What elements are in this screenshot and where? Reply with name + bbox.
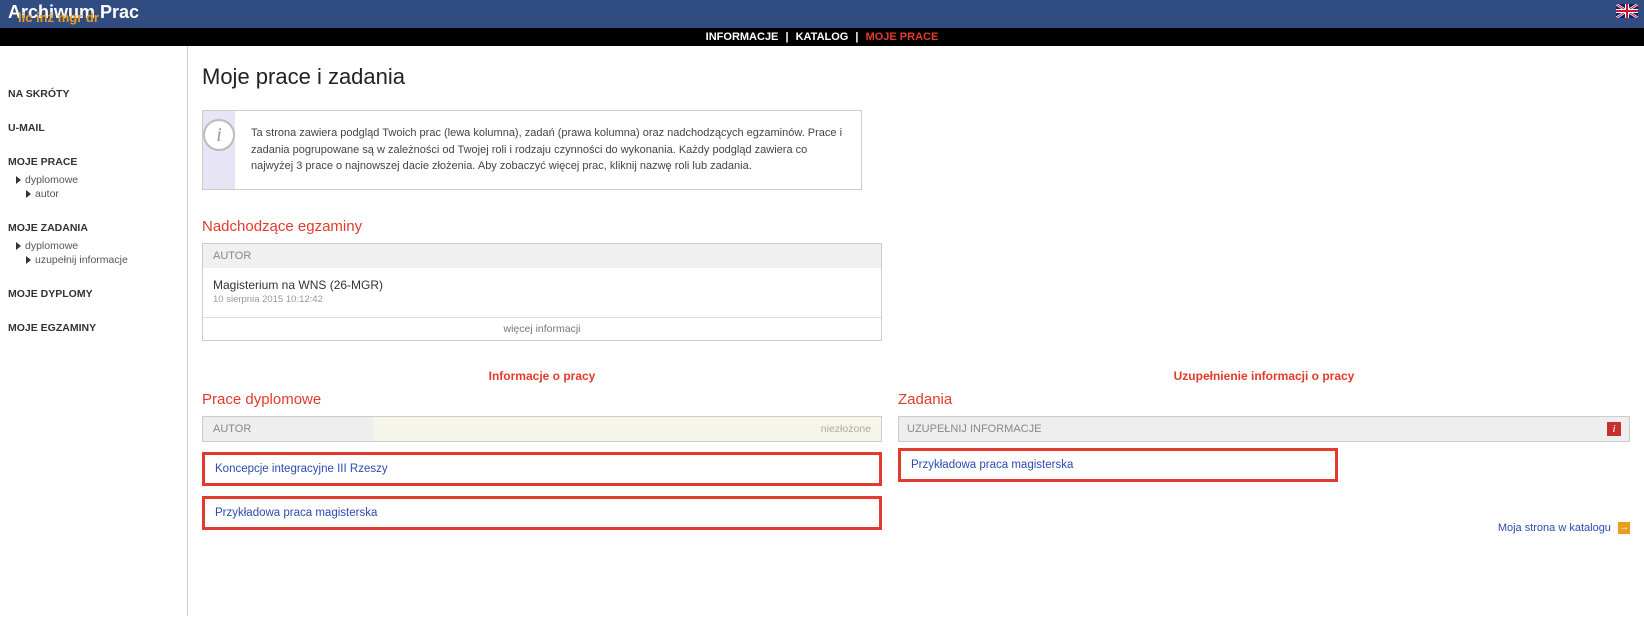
sidebar: NA SKRÓTY U-MAIL MOJE PRACE dyplomowe au… (0, 46, 188, 616)
sidebar-item-label: uzupełnij informacje (35, 254, 128, 266)
sidebar-moje-egzaminy[interactable]: MOJE EGZAMINY (8, 322, 179, 334)
tasks-panel-head: UZUPEŁNIJ INFORMACJE i (898, 416, 1630, 442)
task-row: Przykładowa praca magisterska (898, 448, 1338, 482)
uk-flag-icon[interactable] (1616, 4, 1638, 18)
triangle-icon (16, 242, 21, 250)
triangle-icon (16, 176, 21, 184)
header-bar: Archiwum Prac (0, 0, 1644, 28)
info-icon: i (203, 119, 235, 151)
catalog-page-link[interactable]: Moja strona w katalogu (1498, 522, 1611, 534)
nav-separator: | (785, 31, 788, 43)
exams-heading: Nadchodzące egzaminy (202, 218, 1630, 235)
sidebar-moje-dyplomy[interactable]: MOJE DYPLOMY (8, 288, 179, 300)
nav-separator: | (855, 31, 858, 43)
nav-katalog[interactable]: KATALOG (796, 31, 849, 43)
exams-panel-head: AUTOR (203, 244, 881, 268)
sidebar-item-label: dyplomowe (25, 240, 78, 252)
main-content: Moje prace i zadania i Ta strona zawiera… (188, 46, 1644, 616)
sidebar-item-label: dyplomowe (25, 174, 78, 186)
info-box: i Ta strona zawiera podgląd Twoich prac … (202, 110, 862, 190)
exam-date: 10 sierpnia 2015 10:12:42 (213, 294, 871, 305)
sidebar-moje-zadania[interactable]: MOJE ZADANIA (8, 222, 179, 234)
sidebar-item-uzupelnij[interactable]: uzupełnij informacje (26, 254, 179, 266)
info-square-icon[interactable]: i (1607, 422, 1621, 436)
thesis-row: Koncepcje integracyjne III Rzeszy (202, 452, 882, 486)
theses-heading: Prace dyplomowe (202, 391, 882, 408)
sidebar-moje-prace[interactable]: MOJE PRACE (8, 156, 179, 168)
triangle-icon (26, 256, 31, 264)
top-nav: INFORMACJE | KATALOG | MOJE PRACE (0, 28, 1644, 46)
arrow-right-icon: → (1618, 522, 1630, 534)
nav-moje-prace[interactable]: MOJE PRACE (866, 31, 939, 43)
annotation-left: Informacje o pracy (202, 369, 882, 383)
annotation-right: Uzupełnienie informacji o pracy (898, 369, 1630, 383)
sidebar-item-dyplomowe-2[interactable]: dyplomowe (16, 240, 179, 252)
exams-panel: AUTOR Magisterium na WNS (26-MGR) 10 sie… (202, 243, 882, 341)
nav-informacje[interactable]: INFORMACJE (706, 31, 779, 43)
footer-link-wrap: Moja strona w katalogu → (898, 522, 1630, 534)
info-text: Ta strona zawiera podgląd Twoich prac (l… (235, 111, 861, 189)
more-info-link[interactable]: więcej informacji (203, 317, 881, 340)
thesis-row: Przykładowa praca magisterska (202, 496, 882, 530)
sidebar-umail[interactable]: U-MAIL (8, 122, 179, 134)
thesis-link-1[interactable]: Koncepcje integracyjne III Rzeszy (215, 463, 388, 475)
sidebar-item-label: autor (35, 188, 59, 200)
sidebar-item-autor[interactable]: autor (26, 188, 179, 200)
triangle-icon (26, 190, 31, 198)
thesis-link-2[interactable]: Przykładowa praca magisterska (215, 507, 377, 519)
page-title: Moje prace i zadania (202, 64, 1630, 90)
task-link-1[interactable]: Przykładowa praca magisterska (911, 459, 1073, 471)
status-label: niezłożone (373, 417, 881, 441)
author-label: AUTOR (203, 417, 373, 441)
theses-list-header: AUTOR niezłożone (202, 416, 882, 442)
logo-subtitle: lic inż mgr dr (0, 10, 99, 25)
info-icon-cell: i (203, 111, 235, 189)
sidebar-item-dyplomowe[interactable]: dyplomowe (16, 174, 179, 186)
footer-link-label: Moja strona w katalogu (1498, 522, 1611, 534)
tasks-heading: Zadania (898, 391, 1630, 408)
exam-title: Magisterium na WNS (26-MGR) (213, 278, 871, 292)
tasks-panel-head-label: UZUPEŁNIJ INFORMACJE (907, 423, 1041, 435)
sidebar-shortcuts-title: NA SKRÓTY (8, 88, 179, 100)
